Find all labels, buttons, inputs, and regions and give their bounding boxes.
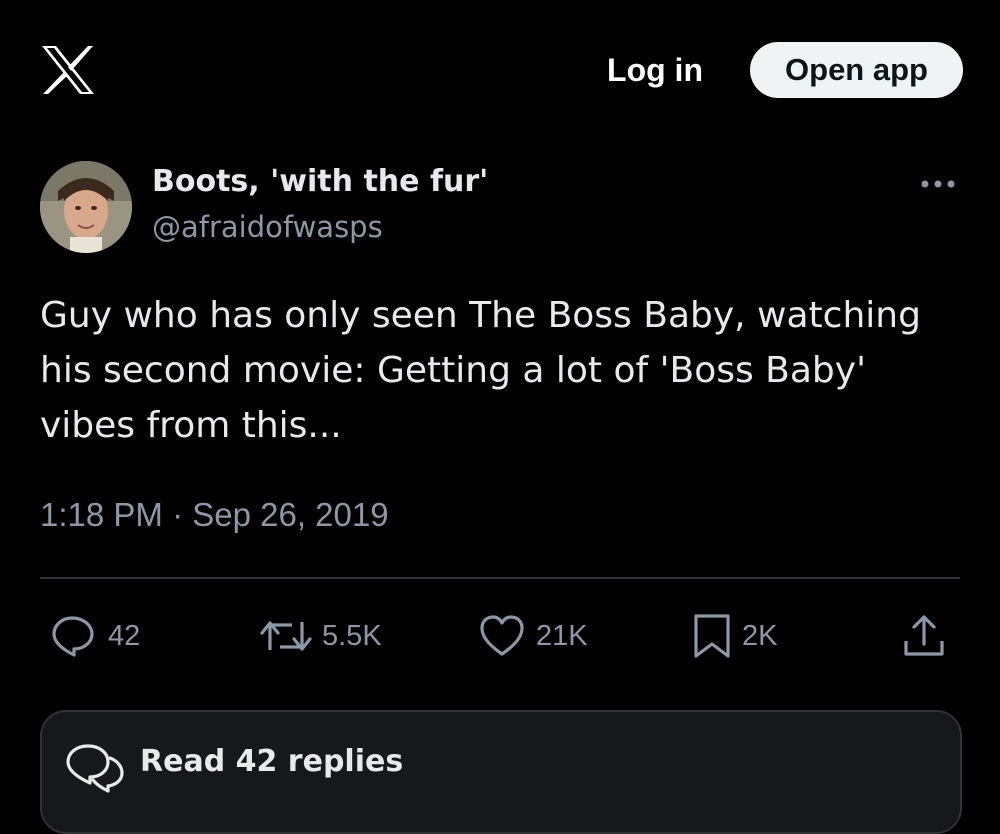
divider xyxy=(40,577,960,579)
repost-icon xyxy=(258,614,314,658)
read-replies-button[interactable]: Read 42 replies xyxy=(40,710,962,834)
author-handle[interactable]: @afraidofwasps xyxy=(152,210,383,244)
tweet-text: Guy who has only seen The Boss Baby, wat… xyxy=(40,295,921,446)
reply-button[interactable]: 42 xyxy=(50,614,140,658)
repost-button[interactable]: 5.5K xyxy=(258,614,382,658)
bookmark-icon xyxy=(692,613,732,659)
like-button[interactable]: 21K xyxy=(478,614,588,658)
reply-bubbles-icon xyxy=(62,742,128,798)
reply-icon xyxy=(50,614,98,658)
author-name[interactable]: Boots, 'with the fur' xyxy=(152,164,488,199)
open-app-button[interactable]: Open app xyxy=(750,42,963,98)
share-icon xyxy=(902,614,946,658)
bookmark-count: 2K xyxy=(742,619,778,652)
tweet-timestamp[interactable]: 1:18 PM · Sep 26, 2019 xyxy=(40,496,389,534)
top-bar: Log in Open app xyxy=(0,0,1000,140)
like-count: 21K xyxy=(536,619,588,652)
share-button[interactable] xyxy=(902,614,946,658)
avatar[interactable] xyxy=(40,161,132,253)
bookmark-button[interactable]: 2K xyxy=(692,614,777,658)
x-logo-icon[interactable] xyxy=(40,44,96,96)
login-button[interactable]: Log in xyxy=(598,48,712,92)
repost-count: 5.5K xyxy=(322,619,382,652)
heart-icon xyxy=(478,614,526,658)
reply-count: 42 xyxy=(108,619,141,652)
more-dots-icon[interactable] xyxy=(916,168,960,200)
read-replies-label: Read 42 replies xyxy=(140,744,404,779)
